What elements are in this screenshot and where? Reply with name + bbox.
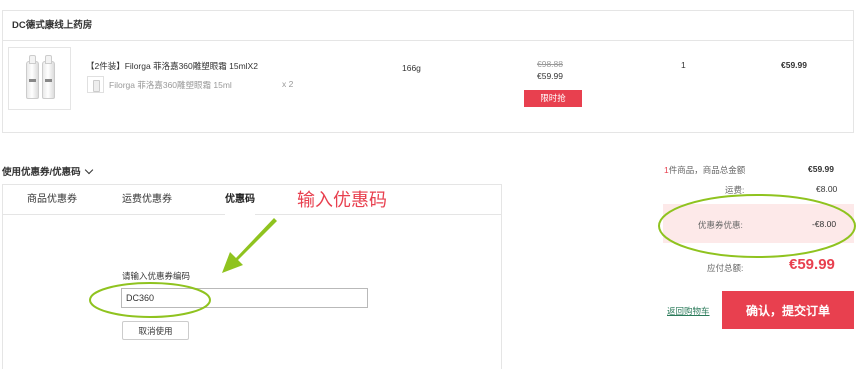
- row-total: €59.99: [781, 60, 807, 70]
- coupon-code-label: 请输入优惠券编码: [122, 271, 191, 281]
- amount-due-label: 应付总额:: [707, 263, 744, 273]
- discount-value: -€8.00: [812, 219, 837, 229]
- chevron-down-icon: [84, 165, 93, 175]
- back-to-cart-link[interactable]: 返回购物车: [667, 305, 710, 317]
- product-name[interactable]: 【2件装】Filorga 菲洛嘉360雕塑眼霜 15mlX2: [86, 60, 258, 72]
- product-image[interactable]: [8, 47, 71, 110]
- submit-order-button[interactable]: 确认，提交订单: [722, 291, 854, 329]
- coupon-section-title: 使用优惠券/优惠码: [2, 167, 81, 178]
- sale-price: €59.99: [537, 71, 563, 81]
- coupon-panel: 商品优惠券 运费优惠券 优惠码: [2, 184, 502, 369]
- annotation-label: 输入优惠码: [297, 190, 387, 211]
- cancel-coupon-button[interactable]: 取消使用: [122, 321, 189, 340]
- subtotal-value: €59.99: [808, 164, 834, 174]
- discount-label: 优惠券优惠:: [698, 220, 743, 230]
- bottle-icon: [26, 55, 39, 99]
- item-count-line: 1件商品，商品总金额: [664, 164, 745, 176]
- product-quantity: 1: [681, 60, 686, 70]
- flash-sale-badge: 限时抢: [524, 90, 582, 107]
- sub-product-qty: x 2: [282, 79, 294, 89]
- shipping-label: 运费:: [725, 185, 745, 195]
- coupon-tabs: 商品优惠券 运费优惠券 优惠码: [3, 185, 501, 215]
- sub-product-name: Filorga 菲洛嘉360雕塑眼霜 15ml: [109, 80, 232, 90]
- item-count-text: 件商品，商品总金额: [668, 165, 746, 175]
- original-price: €98.88: [537, 59, 563, 69]
- sub-product-thumbnail: [87, 76, 104, 93]
- store-name: DC德式康线上药房: [3, 11, 853, 41]
- shipping-value: €8.00: [816, 184, 838, 194]
- tab-coupon-code[interactable]: 优惠码: [225, 185, 255, 215]
- coupon-code-input[interactable]: [121, 288, 368, 308]
- amount-due-value: €59.99: [789, 256, 835, 273]
- product-weight: 166g: [402, 63, 421, 73]
- coupon-section-toggle[interactable]: 使用优惠券/优惠码: [2, 164, 93, 178]
- tab-shipping-coupon[interactable]: 运费优惠券: [122, 185, 172, 215]
- bottle-icon: [42, 55, 55, 99]
- tab-product-coupon[interactable]: 商品优惠券: [27, 185, 77, 215]
